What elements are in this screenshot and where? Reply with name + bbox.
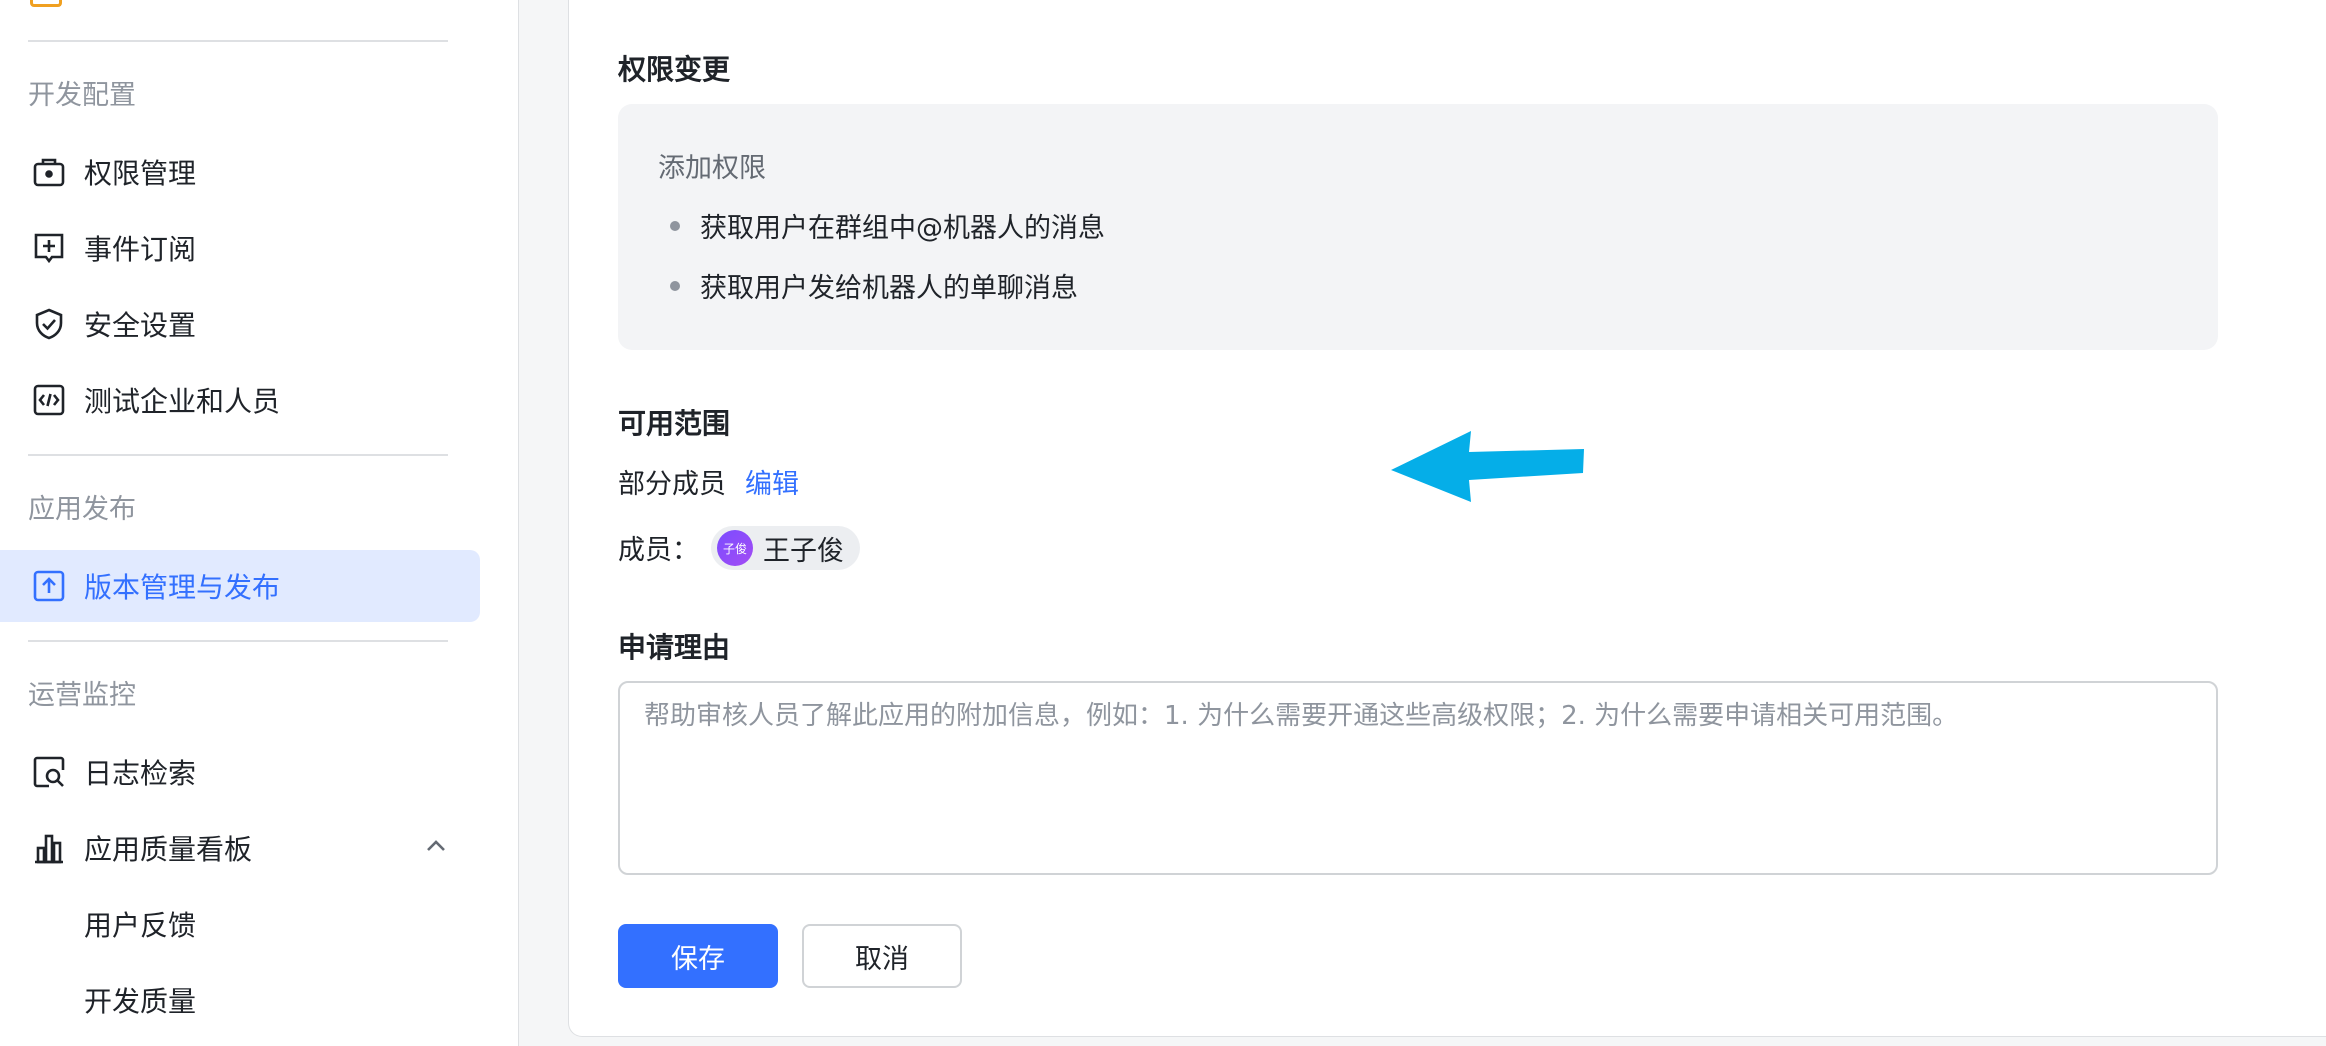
event-plus-icon bbox=[30, 229, 68, 267]
divider bbox=[28, 640, 448, 642]
bullet-icon bbox=[670, 220, 680, 231]
annotation-arrow-icon bbox=[1391, 431, 1584, 502]
sidebar-item-log-search[interactable]: 日志检索 bbox=[0, 736, 480, 808]
log-search-icon bbox=[30, 753, 68, 791]
divider bbox=[28, 40, 448, 42]
divider bbox=[28, 454, 448, 456]
section-app-release: 应用发布 bbox=[28, 494, 136, 525]
sidebar-item-label: 日志检索 bbox=[84, 757, 197, 790]
sidebar-item-events[interactable]: 事件订阅 bbox=[0, 212, 480, 284]
member-name: 王子俊 bbox=[763, 535, 844, 567]
permission-change-box: 添加权限 获取用户在群组中@机器人的消息 获取用户发给机器人的单聊消息 bbox=[618, 104, 2218, 350]
members-label: 成员： bbox=[618, 535, 699, 566]
code-box-icon bbox=[30, 381, 68, 419]
section-ops-monitor: 运营监控 bbox=[28, 680, 136, 711]
avatar: 子俊 bbox=[717, 530, 753, 566]
sidebar-item-permissions[interactable]: 权限管理 bbox=[0, 136, 480, 208]
sidebar-item-user-feedback[interactable]: 用户反馈 bbox=[0, 888, 480, 960]
bar-chart-icon bbox=[30, 829, 68, 867]
bullet-icon bbox=[670, 280, 680, 291]
scope-title: 可用范围 bbox=[618, 407, 731, 440]
scope-value: 部分成员 bbox=[618, 469, 726, 500]
sidebar-item-label: 权限管理 bbox=[84, 157, 197, 190]
member-chip[interactable]: 子俊 王子俊 bbox=[711, 526, 860, 570]
sidebar: 开发配置 权限管理 事件订阅 安全设置 测试企业和人员 应用发布 版本管理与发布… bbox=[0, 0, 519, 1046]
sidebar-item-label: 应用质量看板 bbox=[84, 833, 253, 866]
sidebar-item-label: 开发质量 bbox=[84, 985, 197, 1018]
reason-field-wrapper bbox=[618, 681, 2218, 875]
app-icon-fragment bbox=[30, 0, 62, 7]
sidebar-item-label: 事件订阅 bbox=[84, 233, 197, 266]
shield-check-icon bbox=[30, 305, 68, 343]
sidebar-item-version-release[interactable]: 版本管理与发布 bbox=[0, 550, 480, 622]
save-button[interactable]: 保存 bbox=[618, 924, 778, 988]
upload-box-icon bbox=[30, 567, 68, 605]
reason-title: 申请理由 bbox=[618, 631, 731, 664]
sidebar-item-label: 版本管理与发布 bbox=[84, 571, 281, 604]
reason-textarea[interactable] bbox=[620, 683, 2216, 873]
sidebar-item-quality-board[interactable]: 应用质量看板 bbox=[0, 812, 480, 884]
sidebar-item-dev-quality[interactable]: 开发质量 bbox=[0, 964, 480, 1036]
main-panel: 权限变更 添加权限 获取用户在群组中@机器人的消息 获取用户发给机器人的单聊消息… bbox=[568, 0, 2326, 1037]
sidebar-item-security[interactable]: 安全设置 bbox=[0, 288, 480, 360]
briefcase-lock-icon bbox=[30, 153, 68, 191]
sidebar-item-label: 用户反馈 bbox=[84, 909, 197, 942]
sidebar-item-label: 测试企业和人员 bbox=[84, 385, 281, 418]
permission-change-title: 权限变更 bbox=[618, 53, 731, 86]
edit-scope-link[interactable]: 编辑 bbox=[745, 462, 799, 501]
chevron-up-icon[interactable] bbox=[422, 832, 450, 867]
permission-item-label: 获取用户在群组中@机器人的消息 bbox=[700, 213, 1105, 244]
sidebar-item-label: 安全设置 bbox=[84, 309, 197, 342]
cancel-button[interactable]: 取消 bbox=[802, 924, 962, 988]
permission-item-label: 获取用户发给机器人的单聊消息 bbox=[700, 273, 1078, 304]
list-item: 获取用户在群组中@机器人的消息 bbox=[658, 206, 1105, 245]
list-item: 获取用户发给机器人的单聊消息 bbox=[658, 266, 1078, 305]
add-permission-title: 添加权限 bbox=[658, 153, 766, 184]
section-dev-config: 开发配置 bbox=[28, 80, 136, 111]
sidebar-item-test-org[interactable]: 测试企业和人员 bbox=[0, 364, 480, 436]
